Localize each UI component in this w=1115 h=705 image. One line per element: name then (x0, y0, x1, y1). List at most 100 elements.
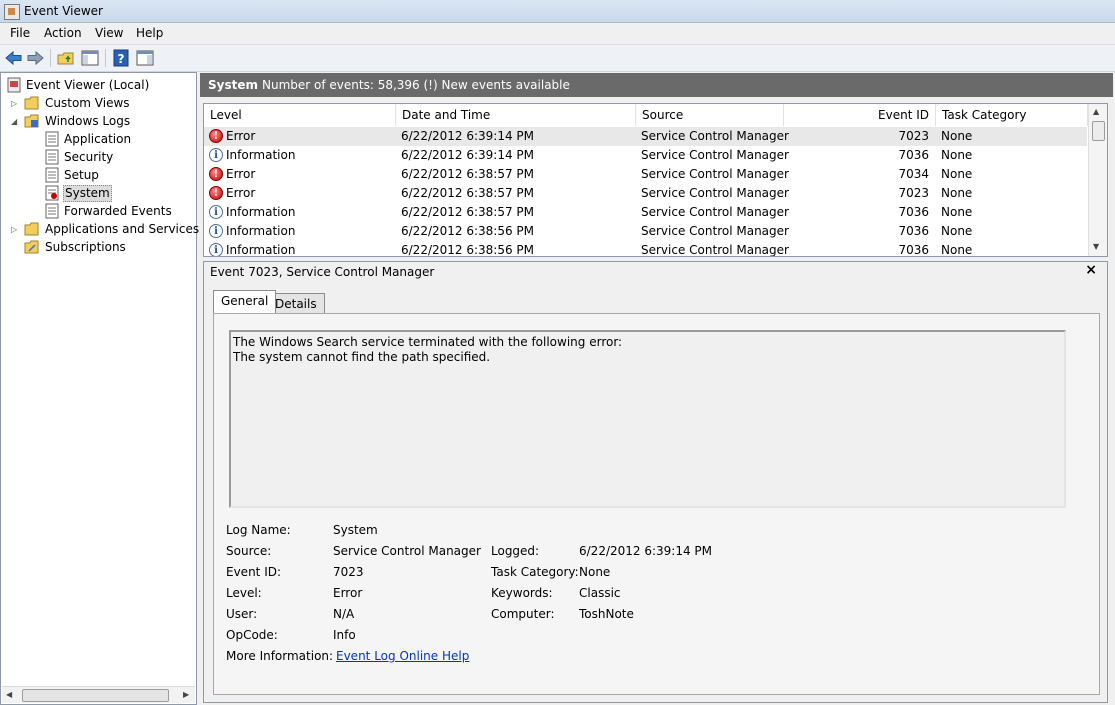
cell-level: Error (226, 167, 256, 181)
cell-task-category: None (941, 148, 973, 162)
cell-event-id: 7036 (898, 224, 929, 238)
toolbar: ? (0, 44, 1115, 72)
help-icon[interactable]: ? (111, 48, 131, 68)
cell-date-time: 6/22/2012 6:38:57 PM (401, 186, 535, 200)
value-task-category: None (579, 565, 611, 579)
title-bar: Event Viewer (0, 0, 1115, 23)
scrollbar-thumb[interactable] (1092, 121, 1105, 141)
table-row[interactable]: ! Error 6/22/2012 6:38:57 PM Service Contro… (204, 165, 1087, 184)
tree-item-label: Windows Logs (45, 114, 131, 128)
event-description-box[interactable]: The Windows Search service terminated wi… (229, 330, 1066, 508)
cell-task-category: None (941, 205, 973, 219)
tree-item-label: Custom Views (45, 96, 130, 110)
events-vertical-scrollbar[interactable]: ▲ ▼ (1088, 104, 1107, 256)
cell-level: Error (226, 186, 256, 200)
label-logged: Logged: (491, 544, 540, 558)
label-level: Level: (226, 586, 262, 600)
column-header-event-id[interactable]: Event ID (784, 104, 936, 126)
column-header-date-time[interactable]: Date and Time (396, 104, 636, 126)
table-row[interactable]: i Information 6/22/2012 6:38:56 PM Service … (204, 241, 1087, 257)
event-viewer-icon (7, 77, 21, 93)
window-title: Event Viewer (24, 4, 103, 18)
events-table: Level Date and Time Source Event ID Task… (203, 103, 1108, 257)
description-line: The Windows Search service terminated wi… (233, 335, 623, 349)
collapse-arrow-icon[interactable]: ◢ (11, 117, 20, 126)
scrollbar-thumb[interactable] (22, 689, 169, 702)
event-detail-panel: Event 7023, Service Control Manager × De… (203, 261, 1108, 703)
label-task-category: Task Category: (491, 565, 579, 579)
cell-task-category: None (941, 186, 973, 200)
table-row[interactable]: ! Error 6/22/2012 6:39:14 PM Service Contro… (204, 127, 1087, 146)
log-name: System (208, 78, 258, 92)
subscriptions-icon (24, 240, 39, 254)
menu-file[interactable]: File (8, 26, 32, 40)
description-line: The system cannot find the path specifie… (233, 350, 491, 364)
general-tab-pane: The Windows Search service terminated wi… (213, 313, 1100, 695)
arrow-right-icon[interactable] (25, 48, 45, 68)
event-log-online-help-link[interactable]: Event Log Online Help (336, 649, 469, 663)
error-icon: ! (209, 167, 223, 181)
value-keywords: Classic (579, 586, 621, 600)
cell-event-id: 7034 (898, 167, 929, 181)
label-computer: Computer: (491, 607, 555, 621)
scroll-up-icon[interactable]: ▲ (1093, 107, 1099, 116)
column-header-task-category[interactable]: Task Category (936, 104, 1088, 126)
log-icon (45, 149, 59, 165)
cell-level: Information (226, 243, 296, 257)
show-hide-tree-icon[interactable] (80, 48, 100, 68)
table-row[interactable]: i Information 6/22/2012 6:39:14 PM Service … (204, 146, 1087, 165)
menu-help[interactable]: Help (134, 26, 165, 40)
value-logged: 6/22/2012 6:39:14 PM (579, 544, 713, 558)
table-row[interactable]: i Information 6/22/2012 6:38:57 PM Service … (204, 203, 1087, 222)
menu-action[interactable]: Action (42, 26, 84, 40)
scroll-down-icon[interactable]: ▼ (1093, 242, 1099, 251)
cell-source: Service Control Manager (641, 129, 789, 143)
tree-item-label: Forwarded Events (64, 204, 172, 218)
table-row[interactable]: i Information 6/22/2012 6:38:56 PM Service … (204, 222, 1087, 241)
cell-event-id: 7036 (898, 205, 929, 219)
tree-item-label: Security (64, 150, 114, 164)
label-log-name: Log Name: (226, 523, 291, 537)
cell-task-category: None (941, 243, 973, 257)
column-header-source[interactable]: Source (636, 104, 784, 126)
menu-view[interactable]: View (93, 26, 125, 40)
label-keywords: Keywords: (491, 586, 553, 600)
event-count: Number of events: 58,396 (!) New events … (262, 78, 570, 92)
cell-level: Information (226, 224, 296, 238)
tree-horizontal-scrollbar[interactable]: ◀ ▶ (2, 686, 195, 703)
error-icon: ! (209, 129, 223, 143)
cell-event-id: 7036 (898, 148, 929, 162)
windows-logs-folder-icon (24, 114, 39, 128)
table-row[interactable]: ! Error 6/22/2012 6:38:57 PM Service Contro… (204, 184, 1087, 203)
folder-icon (24, 96, 39, 110)
information-icon: i (209, 243, 223, 256)
folder-up-icon[interactable] (56, 48, 76, 68)
column-header-level[interactable]: Level (204, 104, 396, 126)
tree-item-label: Setup (64, 168, 99, 182)
tree-item-label: System (63, 185, 112, 202)
label-user: User: (226, 607, 258, 621)
arrow-left-icon[interactable] (4, 48, 24, 68)
label-opcode: OpCode: (226, 628, 278, 642)
cell-source: Service Control Manager (641, 243, 789, 257)
cell-level: Information (226, 148, 296, 162)
cell-date-time: 6/22/2012 6:39:14 PM (401, 129, 535, 143)
close-icon[interactable]: × (1085, 262, 1097, 278)
expand-arrow-icon[interactable]: ▷ (11, 99, 20, 108)
cell-date-time: 6/22/2012 6:38:57 PM (401, 205, 535, 219)
svg-text:?: ? (118, 52, 125, 66)
tab-general[interactable]: General (213, 290, 277, 314)
folder-icon (24, 222, 39, 236)
value-computer: ToshNote (579, 607, 634, 621)
information-icon: i (209, 224, 223, 238)
information-icon: i (209, 205, 223, 219)
cell-level: Error (226, 129, 256, 143)
cell-event-id: 7036 (898, 243, 929, 257)
expand-arrow-icon[interactable]: ▷ (11, 225, 20, 234)
log-icon (45, 131, 59, 147)
action-pane-icon[interactable] (135, 48, 155, 68)
cell-source: Service Control Manager (641, 186, 789, 200)
cell-source: Service Control Manager (641, 167, 789, 181)
scroll-right-icon[interactable]: ▶ (183, 690, 189, 699)
scroll-left-icon[interactable]: ◀ (6, 690, 12, 699)
